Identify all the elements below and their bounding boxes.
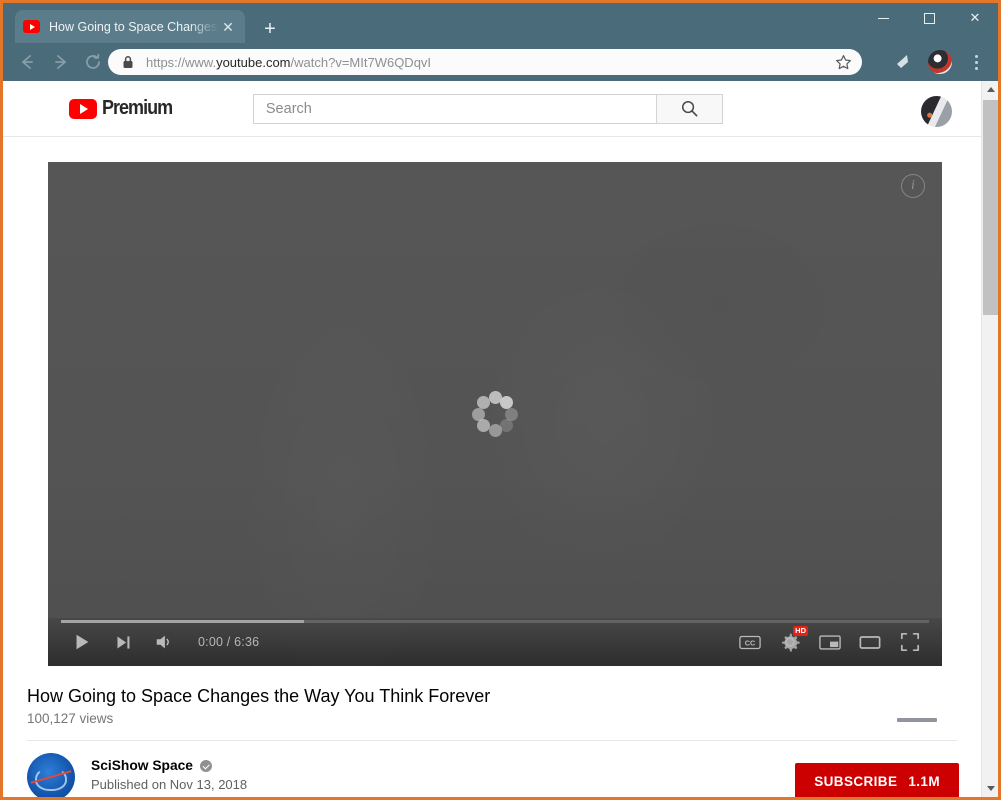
minimize-button[interactable] (860, 3, 906, 33)
extension-icon[interactable] (890, 51, 912, 73)
search-placeholder: Search (265, 100, 312, 117)
menu-dot (974, 54, 978, 58)
star-icon[interactable] (835, 54, 852, 71)
verified-badge-icon (199, 759, 212, 772)
subscribe-label: SUBSCRIBE (814, 773, 898, 789)
player-controls: 0:00 / 6:36 CC HD (48, 618, 942, 666)
subscriber-count: 1.1M (908, 773, 940, 789)
avatar-swirl (35, 767, 67, 791)
youtube-page: Premium Search i 0:00 / 6:36 CC HD How G… (3, 81, 981, 797)
search-button[interactable] (656, 93, 723, 124)
youtube-favicon-icon (23, 20, 40, 33)
settings-button[interactable]: HD (778, 626, 808, 653)
account-avatar[interactable] (921, 96, 952, 127)
minimize-icon (877, 18, 889, 20)
publish-date: Published on Nov 13, 2018 (91, 777, 248, 792)
play-icon (76, 634, 89, 650)
search-input[interactable]: Search (252, 93, 657, 124)
volume-button[interactable] (152, 631, 176, 653)
scrollbar-thumb[interactable] (983, 100, 998, 315)
like-dislike-bar (897, 718, 937, 722)
volume-icon (156, 635, 169, 649)
scroll-up-icon[interactable] (982, 81, 998, 98)
lock-icon (122, 55, 134, 69)
maximize-icon (923, 13, 935, 25)
video-title: How Going to Space Changes the Way You T… (27, 686, 491, 706)
scroll-down-icon[interactable] (982, 780, 998, 797)
rating-bar (897, 718, 937, 722)
search-icon (681, 100, 698, 117)
search-bar: Search (252, 93, 723, 124)
menu-dot (974, 60, 978, 64)
youtube-premium-logo[interactable]: Premium (69, 97, 180, 120)
progress-loaded (61, 620, 305, 623)
url-text: https://www.youtube.com/watch?v=MIt7W6QD… (146, 55, 829, 70)
channel-name: SciShow Space (91, 758, 193, 773)
browser-window: How Going to Space Changes th ✕ + ✕ http… (0, 0, 1001, 800)
captions-button[interactable]: CC (738, 631, 762, 653)
info-icon[interactable]: i (901, 174, 925, 198)
view-count: 100,127 views (27, 711, 114, 726)
new-tab-button[interactable]: + (256, 19, 284, 41)
reload-icon[interactable] (83, 52, 103, 72)
theater-mode-icon (859, 635, 881, 649)
progress-bar[interactable] (61, 620, 929, 623)
miniplayer-button[interactable] (818, 631, 842, 653)
profile-avatar[interactable] (928, 50, 952, 74)
time-display: 0:00 / 6:36 (198, 635, 260, 649)
forward-arrow-icon[interactable] (51, 52, 71, 72)
next-track-button[interactable] (111, 631, 135, 653)
divider (27, 740, 957, 741)
url-host: youtube.com (216, 54, 291, 70)
back-arrow-icon[interactable] (17, 52, 37, 72)
menu-dot (974, 66, 978, 70)
navigation-bar: https://www.youtube.com/watch?v=MIt7W6QD… (3, 43, 998, 81)
player-controls-left: 0:00 / 6:36 (70, 631, 259, 653)
loading-spinner (472, 391, 518, 437)
captions-icon: CC (739, 635, 761, 649)
logo-word: Premium (102, 97, 173, 119)
fullscreen-icon (900, 632, 920, 652)
url-path: /watch?v=MIt7W6QDqvI (290, 54, 432, 70)
page-viewport: Premium Search i 0:00 / 6:36 CC HD How G… (3, 81, 998, 797)
theater-button[interactable] (858, 631, 882, 653)
three-dot-menu-icon[interactable] (966, 50, 986, 74)
quality-badge: HD (793, 626, 808, 636)
subscribe-button[interactable]: SUBSCRIBE 1.1M (795, 763, 959, 797)
close-window-button[interactable]: ✕ (952, 3, 998, 33)
channel-avatar[interactable] (27, 753, 75, 797)
youtube-play-icon (69, 98, 97, 119)
tab-bar: How Going to Space Changes th ✕ + ✕ (3, 3, 998, 43)
maximize-button[interactable] (906, 3, 952, 33)
video-player[interactable]: i 0:00 / 6:36 CC HD (48, 162, 942, 666)
player-controls-right: CC HD (738, 626, 922, 653)
page-scrollbar[interactable] (981, 81, 998, 797)
browser-tab[interactable]: How Going to Space Changes th ✕ (15, 10, 245, 43)
next-track-icon (116, 635, 129, 649)
fullscreen-button[interactable] (898, 631, 922, 653)
channel-text: SciShow Space Published on Nov 13, 2018 (91, 753, 247, 792)
address-bar[interactable]: https://www.youtube.com/watch?v=MIt7W6QD… (108, 49, 862, 75)
play-button[interactable] (70, 631, 94, 653)
url-scheme: https://www. (146, 54, 217, 70)
tab-title: How Going to Space Changes th (49, 19, 219, 34)
channel-name-row[interactable]: SciShow Space (91, 758, 247, 773)
svg-text:CC: CC (745, 638, 756, 647)
close-icon[interactable]: ✕ (219, 18, 237, 36)
miniplayer-icon (819, 634, 841, 650)
youtube-masthead: Premium Search (3, 81, 981, 137)
